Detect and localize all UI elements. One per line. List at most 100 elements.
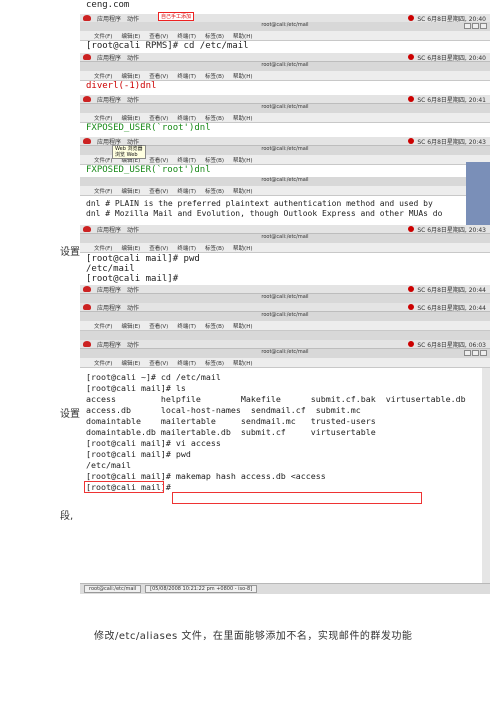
menu-terminal[interactable]: 终端(T) (177, 359, 196, 367)
apps-menu[interactable]: 应用程序 (97, 225, 121, 234)
menu-view[interactable]: 查看(V) (149, 72, 168, 80)
menu-view[interactable]: 查看(V) (149, 359, 168, 367)
taskbar-window-button[interactable]: [05/08/2008 10:21:22 pm +0800 - iso-8] (145, 585, 258, 593)
menu-view[interactable]: 查看(V) (149, 156, 168, 164)
menu-view[interactable]: 查看(V) (149, 244, 168, 252)
apps-menu[interactable]: 应用程序 (97, 14, 121, 23)
menu-view[interactable]: 查看(V) (149, 322, 168, 330)
window-titlebar: root@cali:/etc/mail (80, 312, 490, 321)
taskbar-window-button[interactable]: root@cali:/etc/mail (84, 585, 142, 593)
maximize-icon[interactable] (472, 23, 479, 29)
alert-icon[interactable] (408, 96, 415, 102)
menu-view[interactable]: 查看(V) (149, 114, 168, 122)
menu-terminal[interactable]: 终端(T) (177, 187, 196, 195)
menu-file[interactable]: 文件(F) (94, 322, 112, 330)
menu-edit[interactable]: 编辑(E) (121, 322, 140, 330)
menu-help[interactable]: 帮助(H) (233, 359, 252, 367)
menu-help[interactable]: 帮助(H) (233, 187, 252, 195)
redhat-icon[interactable] (83, 96, 91, 102)
menu-tabs[interactable]: 标签(B) (205, 32, 224, 40)
menu-edit[interactable]: 编辑(E) (121, 187, 140, 195)
actions-menu[interactable]: 动作 (127, 225, 139, 234)
menu-tabs[interactable]: 标签(B) (205, 72, 224, 80)
redhat-icon[interactable] (83, 341, 91, 347)
close-icon[interactable] (480, 23, 487, 29)
screenshot-strip-0: ceng.com 应用程序 动作 SC 6月8日星期四, 20:40 自己手工添… (80, 0, 490, 22)
alert-icon[interactable] (408, 138, 415, 144)
menu-file[interactable]: 文件(F) (94, 32, 112, 40)
apps-menu[interactable]: 应用程序 (97, 340, 121, 349)
menu-terminal[interactable]: 终端(T) (177, 244, 196, 252)
minimize-icon[interactable] (464, 23, 471, 29)
terminal-line: dnl # PLAIN is the preferred plaintext a… (86, 199, 433, 208)
menu-help[interactable]: 帮助(H) (233, 72, 252, 80)
menu-help[interactable]: 帮助(H) (233, 156, 252, 164)
actions-menu[interactable]: 动作 (127, 303, 139, 312)
menu-file[interactable]: 文件(F) (94, 244, 112, 252)
menu-help[interactable]: 帮助(H) (233, 322, 252, 330)
alert-icon[interactable] (408, 54, 415, 60)
menu-edit[interactable]: 编辑(E) (121, 72, 140, 80)
menu-edit[interactable]: 编辑(E) (121, 359, 140, 367)
actions-menu[interactable]: 动作 (127, 95, 139, 104)
menu-help[interactable]: 帮助(H) (233, 244, 252, 252)
menu-file[interactable]: 文件(F) (94, 72, 112, 80)
highlight-box (172, 492, 422, 504)
terminal-line: [root@cali mail]# pwd (86, 254, 200, 264)
redhat-icon[interactable] (83, 138, 91, 144)
alert-icon[interactable] (408, 304, 415, 310)
menu-file[interactable]: 文件(F) (94, 114, 112, 122)
menu-file[interactable]: 文件(F) (94, 156, 112, 164)
top-panel: 应用程序 动作 SC 6月8日星期四, 20:44 (80, 285, 490, 294)
maximize-icon[interactable] (472, 350, 479, 356)
apps-menu[interactable]: 应用程序 (97, 95, 121, 104)
actions-menu[interactable]: 动作 (127, 285, 139, 294)
apps-menu[interactable]: 应用程序 (97, 303, 121, 312)
alert-icon[interactable] (408, 341, 415, 347)
menu-terminal[interactable]: 终端(T) (177, 32, 196, 40)
redhat-icon[interactable] (83, 286, 91, 292)
menu-terminal[interactable]: 终端(T) (177, 72, 196, 80)
apps-menu[interactable]: 应用程序 (97, 285, 121, 294)
menu-bar: 文件(F) 编辑(E) 查看(V) 终端(T) 标签(B) 帮助(H) (80, 71, 490, 81)
menu-file[interactable]: 文件(F) (94, 359, 112, 367)
menu-tabs[interactable]: 标签(B) (205, 244, 224, 252)
menu-view[interactable]: 查看(V) (149, 32, 168, 40)
left-caption: 段, (60, 511, 74, 522)
menu-terminal[interactable]: 终端(T) (177, 156, 196, 164)
menu-help[interactable]: 帮助(H) (233, 32, 252, 40)
menu-tabs[interactable]: 标签(B) (205, 156, 224, 164)
apps-menu[interactable]: 应用程序 (97, 53, 121, 62)
minimize-icon[interactable] (464, 350, 471, 356)
redhat-icon[interactable] (83, 226, 91, 232)
menu-help[interactable]: 帮助(H) (233, 114, 252, 122)
menu-tabs[interactable]: 标签(B) (205, 359, 224, 367)
menu-bar: 文件(F) 编辑(E) 查看(V) 终端(T) 标签(B) 帮助(H) (80, 358, 490, 368)
menu-tabs[interactable]: 标签(B) (205, 322, 224, 330)
terminal-line: access helpfile Makefile submit.cf.bak v… (86, 394, 466, 404)
alert-icon[interactable] (408, 15, 415, 21)
menu-terminal[interactable]: 终端(T) (177, 114, 196, 122)
alert-icon[interactable] (408, 286, 415, 292)
actions-menu[interactable]: 动作 (127, 53, 139, 62)
terminal-line: access.db local-host-names sendmail.cf s… (86, 405, 361, 415)
menu-edit[interactable]: 编辑(E) (121, 244, 140, 252)
menu-terminal[interactable]: 终端(T) (177, 322, 196, 330)
menu-tabs[interactable]: 标签(B) (205, 187, 224, 195)
menu-file[interactable]: 文件(F) (94, 187, 112, 195)
redhat-icon[interactable] (83, 54, 91, 60)
terminal-body[interactable]: [root@cali ~]# cd /etc/mail [root@cali m… (80, 368, 490, 583)
menu-bar: 文件(F) 编辑(E) 查看(V) 终端(T) 标签(B) 帮助(H) (80, 31, 490, 41)
menu-edit[interactable]: 编辑(E) (121, 32, 140, 40)
terminal-line: ceng.com (86, 0, 130, 10)
actions-menu[interactable]: 动作 (127, 340, 139, 349)
close-icon[interactable] (480, 350, 487, 356)
redhat-icon[interactable] (83, 304, 91, 310)
redhat-icon[interactable] (83, 15, 91, 21)
window-titlebar: root@cali:/etc/mail (80, 104, 490, 113)
menu-tabs[interactable]: 标签(B) (205, 114, 224, 122)
alert-icon[interactable] (408, 226, 415, 232)
menu-edit[interactable]: 编辑(E) (121, 114, 140, 122)
actions-menu[interactable]: 动作 (127, 14, 139, 23)
menu-view[interactable]: 查看(V) (149, 187, 168, 195)
